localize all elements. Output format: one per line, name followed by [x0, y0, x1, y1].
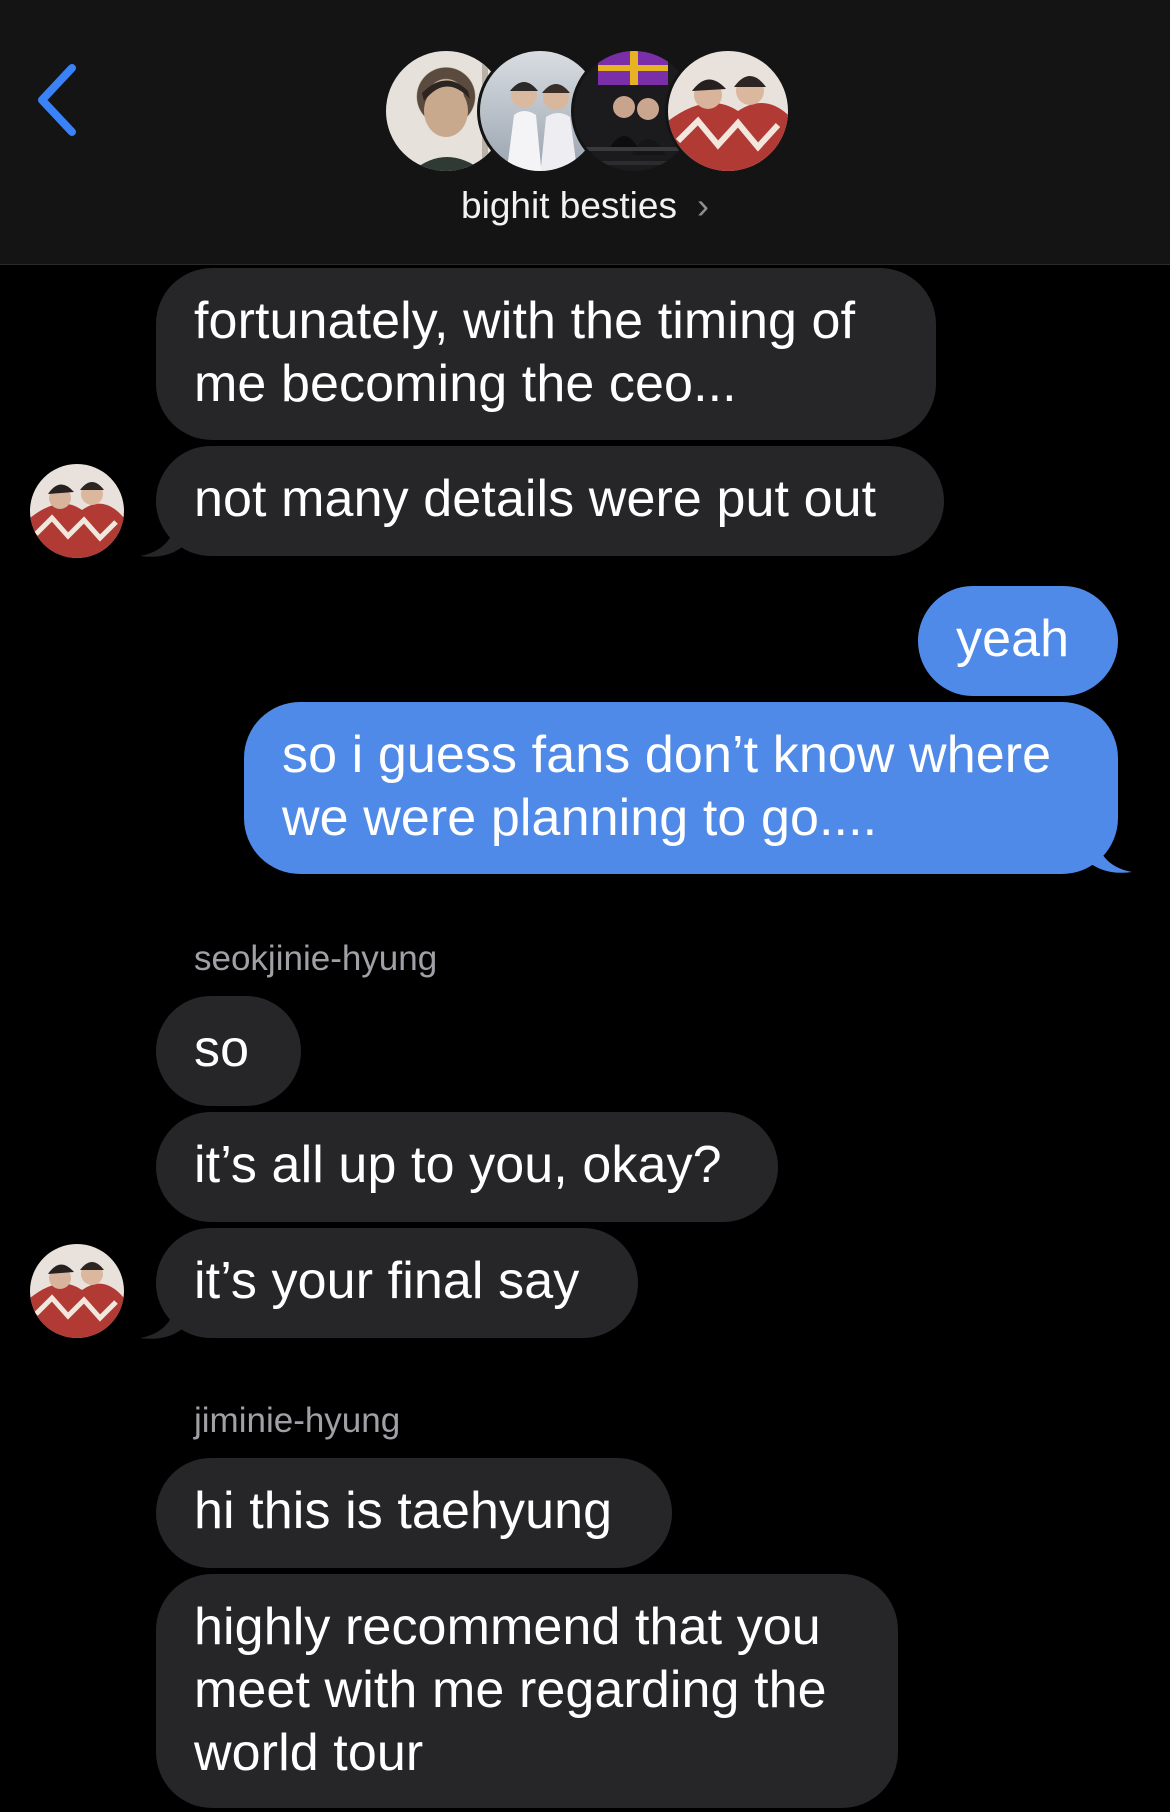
bubble-tail — [140, 1302, 186, 1339]
message-line: yeah — [956, 610, 1070, 668]
bubble-tail — [1086, 836, 1132, 873]
group-name-button[interactable]: bighit besties › — [0, 184, 1170, 228]
message-line: me becoming the ceo... — [194, 355, 737, 413]
avatar — [665, 48, 791, 174]
message-line: not many details were put out — [194, 470, 877, 528]
message-bubble-incoming[interactable]: fortunately, with the timing of me becom… — [156, 268, 936, 440]
message-line: hi this is taehyung — [194, 1482, 613, 1540]
chevron-right-icon: › — [696, 185, 709, 226]
sender-avatar[interactable] — [30, 464, 124, 558]
chat-header: bighit besties › — [0, 0, 1170, 265]
sender-avatar[interactable] — [30, 1244, 124, 1338]
back-button[interactable] — [34, 62, 84, 138]
group-name: bighit besties — [461, 185, 677, 226]
message-bubble-incoming[interactable]: hi this is taehyung — [156, 1458, 672, 1568]
message-line: it’s your final say — [194, 1252, 580, 1310]
message-line: fortunately, with the timing of — [194, 292, 856, 350]
message-line: highly recommend that you — [194, 1598, 821, 1656]
sender-name: seokjinie-hyung — [194, 939, 438, 978]
message-bubble-incoming[interactable]: highly recommend that you meet with me r… — [156, 1574, 898, 1808]
message-bubble-outgoing[interactable]: yeah — [918, 586, 1118, 696]
chevron-left-icon — [38, 64, 76, 136]
message-line: it’s all up to you, okay? — [194, 1136, 722, 1194]
message-line: meet with me regarding the — [194, 1661, 827, 1719]
message-line: we were planning to go.... — [282, 789, 878, 847]
message-bubble-incoming[interactable]: so — [156, 996, 301, 1106]
bubble-tail — [140, 520, 186, 557]
sender-name: jiminie-hyung — [194, 1401, 401, 1440]
message-bubble-incoming[interactable]: not many details were put out — [156, 446, 944, 556]
message-bubble-outgoing[interactable]: so i guess fans don’t know where we were… — [244, 702, 1118, 874]
group-avatars[interactable] — [383, 48, 791, 174]
message-line: world tour — [194, 1724, 424, 1782]
message-bubble-incoming[interactable]: it’s your final say — [156, 1228, 638, 1338]
message-line: so — [194, 1020, 250, 1078]
message-line: so i guess fans don’t know where — [282, 726, 1052, 784]
message-bubble-incoming[interactable]: it’s all up to you, okay? — [156, 1112, 778, 1222]
